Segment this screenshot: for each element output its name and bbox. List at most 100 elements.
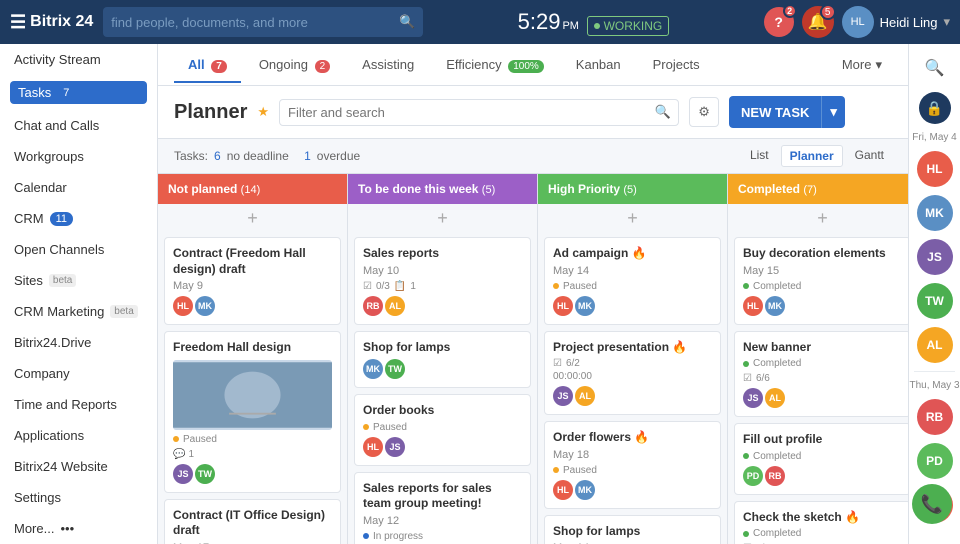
card-order-books[interactable]: Order books Paused HL JS: [354, 394, 531, 466]
right-panel-avatar[interactable]: HL: [917, 151, 953, 187]
card-avatars: PD RB: [743, 466, 902, 486]
right-panel-lock-button[interactable]: 🔒: [919, 92, 951, 124]
column-high-body: Ad campaign 🔥 May 14 Paused HL MK Projec…: [538, 233, 727, 544]
card-sales-reports-meeting[interactable]: Sales reports for sales team group meeti…: [354, 472, 531, 544]
tab-kanban[interactable]: Kanban: [562, 47, 635, 82]
card-progress: ☑ 6/2: [553, 358, 712, 369]
status-label: Completed: [753, 528, 801, 539]
tab-all[interactable]: All 7: [174, 47, 241, 83]
new-task-button[interactable]: NEW TASK ▾: [729, 96, 845, 128]
sidebar-item-sites[interactable]: Sites beta: [0, 265, 157, 296]
sidebar-item-chat[interactable]: Chat and Calls: [0, 110, 157, 141]
right-panel-avatar[interactable]: JS: [917, 239, 953, 275]
working-status[interactable]: WORKING: [587, 16, 670, 36]
card-freedom-hall-design[interactable]: Freedom Hall design Paused: [164, 331, 341, 493]
card-buy-decoration[interactable]: Buy decoration elements May 15 Completed…: [734, 237, 908, 325]
right-panel-avatar[interactable]: RB: [917, 399, 953, 435]
sidebar-item-settings[interactable]: Settings: [0, 482, 157, 513]
card-contract-freedom[interactable]: Contract (Freedom Hall design) draft May…: [164, 237, 341, 325]
sidebar-item-activity[interactable]: Activity Stream: [0, 44, 157, 75]
column-not-planned-body: Contract (Freedom Hall design) draft May…: [158, 233, 347, 544]
clock-time: 5:29: [518, 9, 561, 35]
tab-efficiency-label: Efficiency: [446, 57, 501, 72]
view-options: List Planner Gantt: [742, 145, 892, 167]
progress-value: 0/3: [376, 281, 390, 292]
right-panel-avatar[interactable]: AL: [917, 327, 953, 363]
view-planner-button[interactable]: Planner: [781, 145, 843, 167]
card-ad-campaign[interactable]: Ad campaign 🔥 May 14 Paused HL MK: [544, 237, 721, 325]
card-contract-it[interactable]: Contract (IT Office Design) draft May 17…: [164, 499, 341, 544]
card-shop-lamps-todo[interactable]: Shop for lamps MK TW: [354, 331, 531, 389]
sidebar-item-applications[interactable]: Applications: [0, 420, 157, 451]
search-bar[interactable]: 🔍: [103, 7, 423, 37]
column-todo-add[interactable]: +: [348, 204, 537, 233]
column-not-planned-title: Not planned (14): [168, 182, 337, 196]
card-fill-profile[interactable]: Fill out profile Completed PD RB: [734, 423, 908, 495]
avatar: JS: [385, 437, 405, 457]
card-check-sketch[interactable]: Check the sketch 🔥 Completed ☑ 4/4 HL MK: [734, 501, 908, 544]
tab-assisting-label: Assisting: [362, 57, 414, 72]
column-completed-header: Completed (7): [728, 174, 908, 204]
right-panel-avatar[interactable]: TW: [917, 283, 953, 319]
tab-efficiency[interactable]: Efficiency 100%: [432, 47, 558, 83]
right-panel-search-button[interactable]: 🔍: [919, 52, 951, 84]
tab-assisting[interactable]: Assisting: [348, 47, 428, 82]
sidebar-item-drive[interactable]: Bitrix24.Drive: [0, 327, 157, 358]
tab-more-button[interactable]: More ▾: [832, 49, 892, 81]
sidebar-item-company[interactable]: Company: [0, 358, 157, 389]
column-todo: To be done this week (5) + Sales reports…: [348, 174, 538, 544]
sidebar-item-website[interactable]: Bitrix24 Website: [0, 451, 157, 482]
card-status: Completed: [743, 528, 902, 539]
status-indicator: [553, 283, 559, 289]
card-date: May 18: [553, 449, 712, 461]
sidebar-item-crm-marketing[interactable]: CRM Marketing beta: [0, 296, 157, 327]
sidebar-item-label: Bitrix24.Drive: [14, 335, 91, 350]
status-label: Paused: [183, 434, 217, 445]
column-completed-body: Buy decoration elements May 15 Completed…: [728, 233, 908, 544]
card-new-banner[interactable]: New banner Completed ☑ 6/6 JS AL: [734, 331, 908, 418]
user-profile[interactable]: HL Heidi Ling ▾: [842, 6, 950, 38]
sidebar-item-more[interactable]: More... •••: [0, 513, 157, 544]
tab-ongoing-badge: 2: [315, 60, 331, 73]
card-project-presentation[interactable]: Project presentation 🔥 ☑ 6/2 00:00:00 JS…: [544, 331, 721, 416]
column-high-priority-header: High Priority (5): [538, 174, 727, 204]
column-completed-add[interactable]: +: [728, 204, 908, 233]
overdue-count-link[interactable]: 1: [304, 149, 311, 163]
right-panel-avatar[interactable]: MK: [917, 195, 953, 231]
phone-button[interactable]: 📞: [912, 484, 952, 524]
right-panel-avatar[interactable]: PD: [917, 443, 953, 479]
overdue-label: overdue: [317, 149, 360, 163]
avatar: AL: [575, 386, 595, 406]
notification-bell[interactable]: 🔔 5: [802, 6, 834, 38]
column-not-planned-add[interactable]: +: [158, 204, 347, 233]
card-sales-reports[interactable]: Sales reports May 10 ☑ 0/3 📋 1 RB AL: [354, 237, 531, 325]
settings-button[interactable]: ⚙: [689, 97, 719, 127]
column-high-add[interactable]: +: [538, 204, 727, 233]
favorite-star-icon[interactable]: ★: [257, 104, 269, 120]
new-task-dropdown-icon[interactable]: ▾: [822, 104, 845, 120]
tab-all-label: All: [188, 57, 205, 72]
right-panel-date-label: Fri, May 4: [912, 132, 956, 143]
sidebar-item-reports[interactable]: Time and Reports: [0, 389, 157, 420]
status-label: Completed: [753, 281, 801, 292]
card-order-flowers[interactable]: Order flowers 🔥 May 18 Paused HL MK: [544, 421, 721, 509]
sidebar-item-label: Activity Stream: [14, 52, 101, 67]
sidebar-item-open-channels[interactable]: Open Channels: [0, 234, 157, 265]
filter-input[interactable]: [279, 99, 679, 126]
sidebar-item-crm[interactable]: CRM 11: [0, 203, 157, 234]
sidebar-item-workgroups[interactable]: Workgroups: [0, 141, 157, 172]
search-input[interactable]: [111, 15, 399, 30]
sidebar-item-label: Sites: [14, 273, 43, 288]
tab-ongoing[interactable]: Ongoing 2: [245, 47, 344, 83]
tab-projects[interactable]: Projects: [639, 47, 714, 82]
tab-all-badge: 7: [211, 60, 227, 73]
tasks-count-link[interactable]: 6: [214, 149, 221, 163]
sidebar-item-calendar[interactable]: Calendar: [0, 172, 157, 203]
crm-badge: 11: [50, 212, 73, 226]
status-label: Paused: [373, 422, 407, 433]
sidebar-item-tasks[interactable]: Tasks 7: [10, 81, 147, 104]
card-shop-lamps-high[interactable]: Shop for lamps May 14 PD RB: [544, 515, 721, 544]
view-list-button[interactable]: List: [742, 145, 777, 167]
help-button[interactable]: ? 2: [764, 7, 794, 37]
view-gantt-button[interactable]: Gantt: [847, 145, 892, 167]
